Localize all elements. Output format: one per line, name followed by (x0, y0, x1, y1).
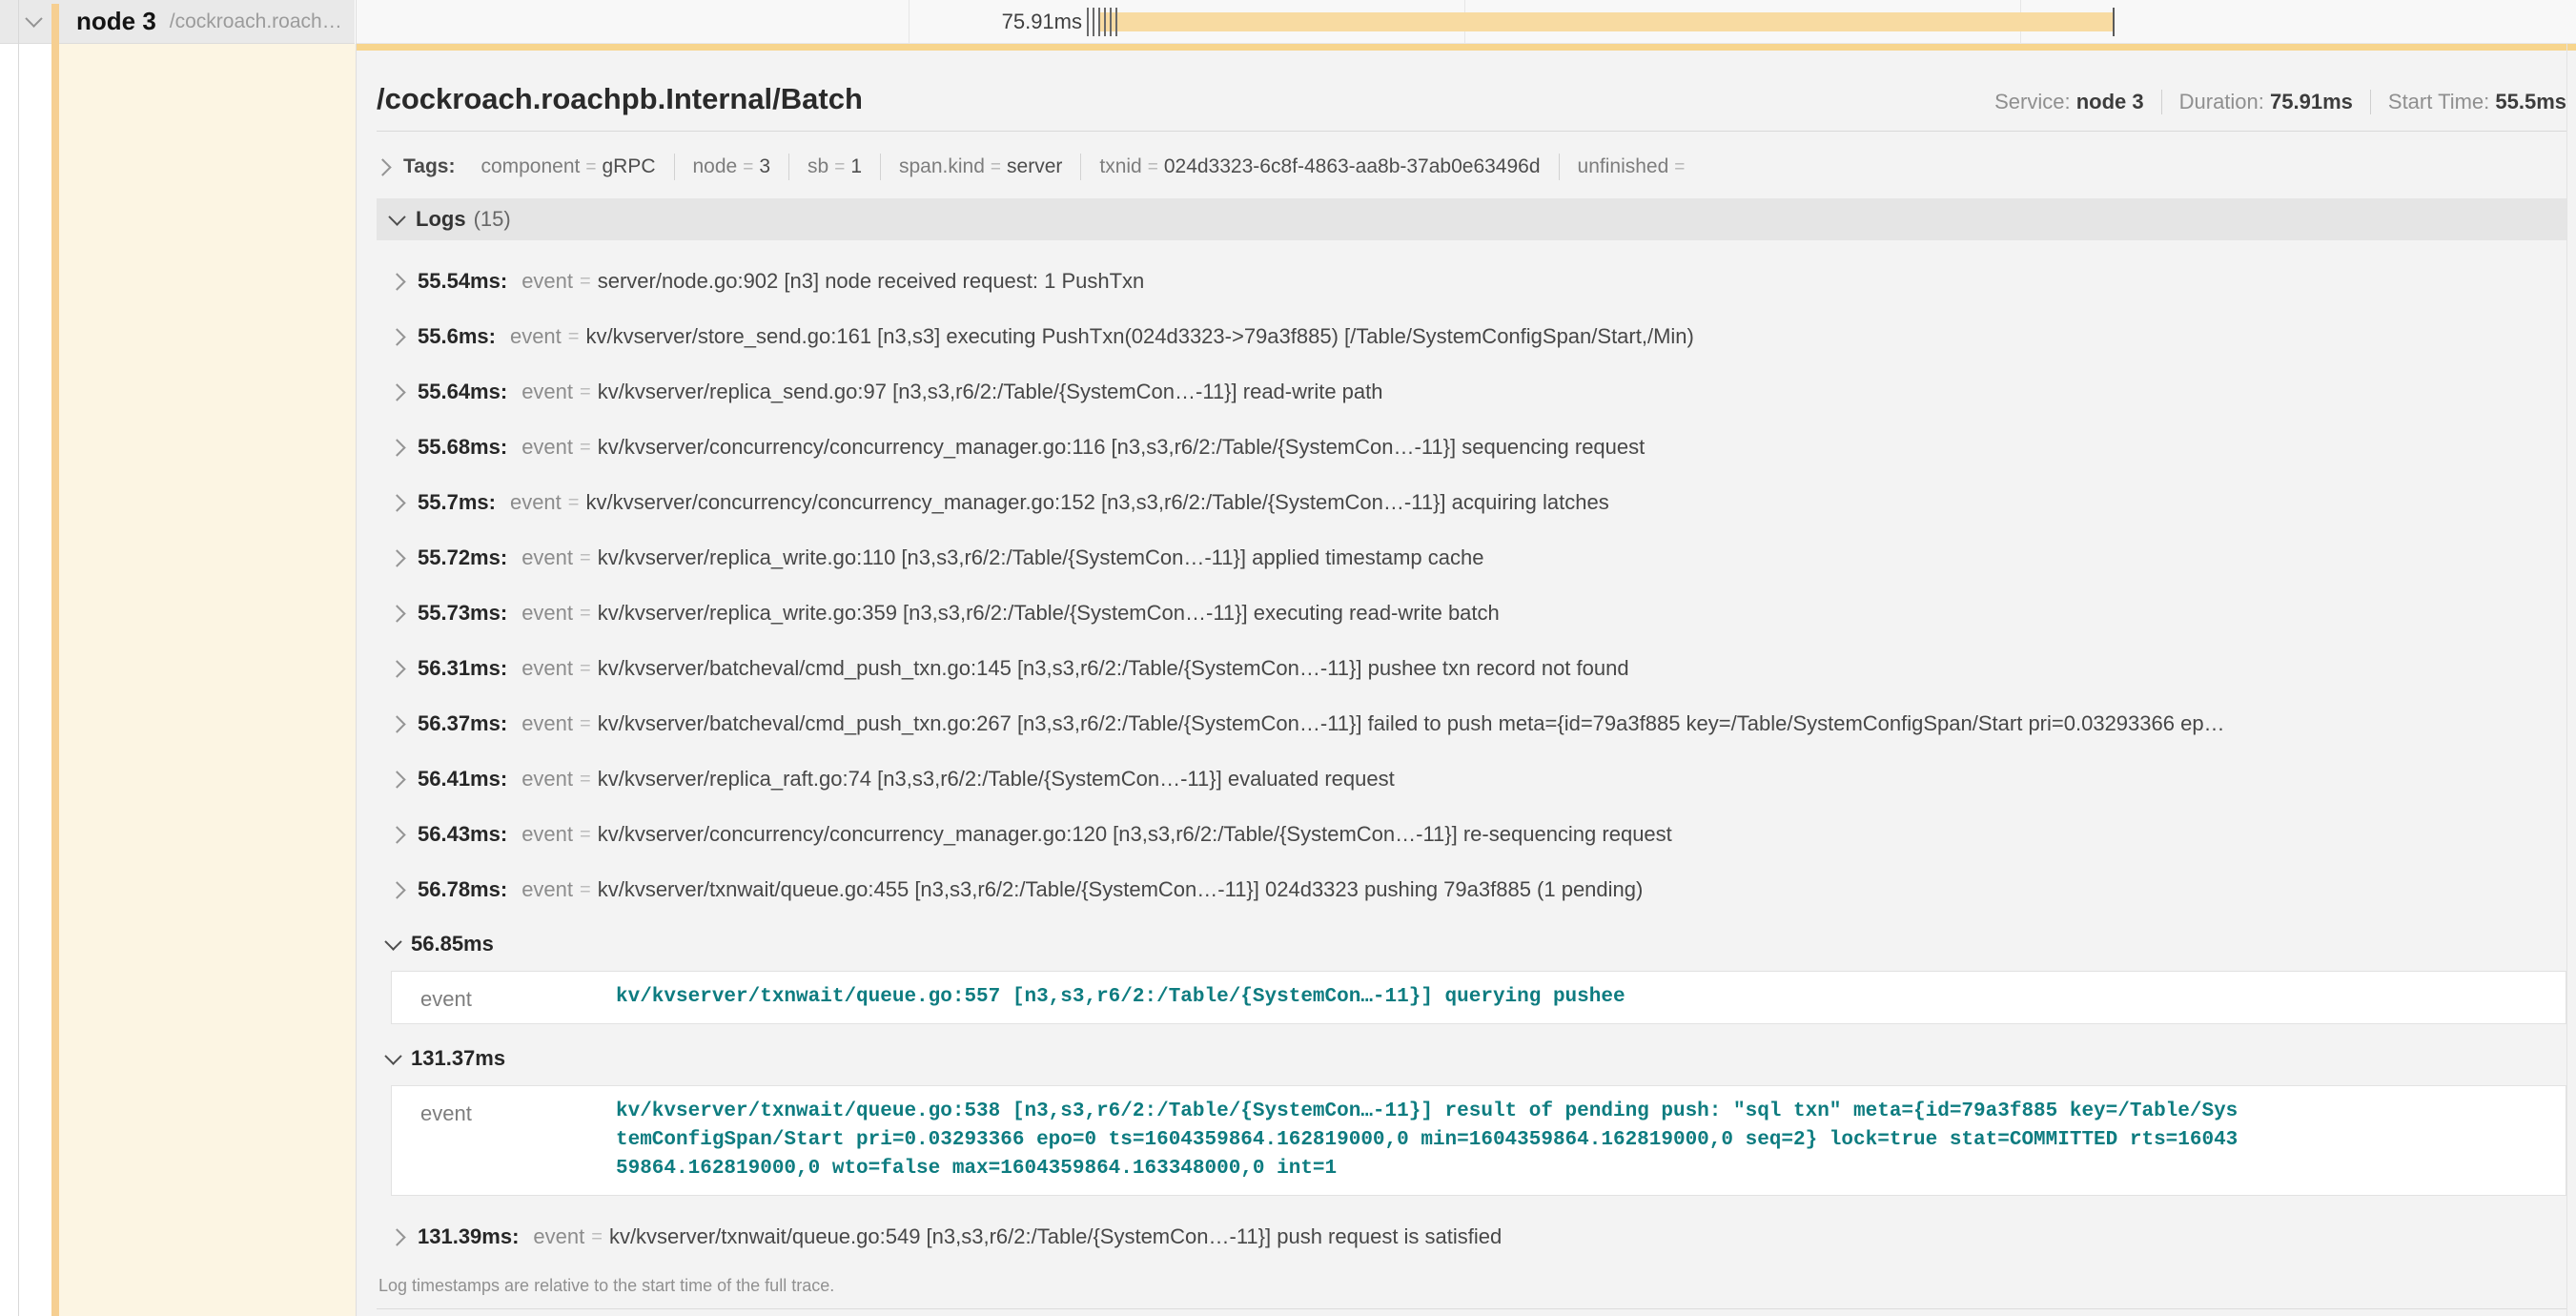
tag-node: node=3 (674, 154, 789, 180)
chevron-right-icon (374, 158, 391, 175)
log-row[interactable]: 55.73ms:event=kv/kvserver/replica_write.… (377, 586, 2566, 641)
chevron-right-icon (388, 660, 405, 677)
logs-footer-note: Log timestamps are relative to the start… (378, 1276, 2566, 1296)
logs-title: Logs (416, 207, 466, 232)
span-row[interactable]: node 3 /cockroach.roach… 75.91ms (0, 0, 2576, 44)
log-row[interactable]: 56.31ms:event=kv/kvserver/batcheval/cmd_… (377, 641, 2566, 696)
meta-start-time: Start Time: 55.5ms (2370, 90, 2566, 114)
chevron-right-icon (388, 771, 405, 788)
chevron-right-icon (388, 383, 405, 401)
chevron-right-icon (388, 273, 405, 290)
log-row[interactable]: 55.72ms:event=kv/kvserver/replica_write.… (377, 530, 2566, 586)
chevron-right-icon (388, 881, 405, 898)
page-title: /cockroach.roachpb.Internal/Batch (377, 82, 863, 116)
log-tick-end (2113, 8, 2115, 36)
chevron-down-icon (388, 208, 405, 225)
chevron-right-icon (388, 439, 405, 456)
logs-accordion-header[interactable]: Logs (15) (377, 198, 2566, 240)
logs-bottom-divider (377, 1308, 2566, 1309)
chevron-right-icon (388, 494, 405, 511)
log-list: 55.54ms:event=server/node.go:902 [n3] no… (377, 240, 2566, 1265)
chevron-right-icon (388, 715, 405, 732)
log-row[interactable]: 56.43ms:event=kv/kvserver/concurrency/co… (377, 807, 2566, 862)
chevron-right-icon (388, 549, 405, 566)
span-color-accent-bar (51, 4, 59, 1316)
chevron-right-icon (388, 328, 405, 345)
span-detail-header: /cockroach.roachpb.Internal/Batch Servic… (377, 82, 2566, 116)
log-field-value[interactable]: kv/kvserver/txnwait/queue.go:538 [n3,s3,… (616, 1098, 2242, 1183)
log-row[interactable]: 55.6ms:event=kv/kvserver/store_send.go:1… (377, 309, 2566, 364)
name-column-divider[interactable] (356, 0, 357, 1316)
log-row[interactable]: 55.64ms:event=kv/kvserver/replica_send.g… (377, 364, 2566, 420)
meta-duration: Duration: 75.91ms (2161, 90, 2353, 114)
span-service-name: node 3 (76, 7, 156, 36)
tag-span-kind: span.kind=server (880, 154, 1080, 180)
selected-span-column-highlight (59, 44, 356, 1316)
chevron-right-icon (388, 826, 405, 843)
log-row[interactable]: 56.37ms:event=kv/kvserver/batcheval/cmd_… (377, 696, 2566, 751)
span-operation-name: /cockroach.roach… (170, 10, 342, 33)
log-row[interactable]: 131.39ms:event=kv/kvserver/txnwait/queue… (377, 1209, 2566, 1265)
span-meta: Service: node 3 Duration: 75.91ms Start Ti… (1994, 90, 2566, 114)
log-row[interactable]: 55.54ms:event=server/node.go:902 [n3] no… (377, 254, 2566, 309)
tag-unfinished: unfinished= (1559, 154, 1709, 180)
chevron-down-icon (384, 1047, 401, 1064)
log-fields-table: event kv/kvserver/txnwait/queue.go:557 [… (391, 971, 2566, 1024)
log-row[interactable]: 56.78ms:event=kv/kvserver/txnwait/queue.… (377, 862, 2566, 917)
tag-component: component=gRPC (462, 154, 673, 180)
tags-accordion[interactable]: Tags: component=gRPCnode=3sb=1span.kind=… (377, 151, 2566, 183)
chevron-down-icon (384, 933, 401, 950)
span-detail-panel: /cockroach.roachpb.Internal/Batch Servic… (357, 44, 2576, 1316)
tag-txnid: txnid=024d3323-6c8f-4863-aa8b-37ab0e6349… (1080, 154, 1558, 180)
log-row-expanded-header[interactable]: 131.37ms (377, 1038, 2566, 1080)
panel-right-edge (2566, 44, 2567, 1316)
log-fields-table: event kv/kvserver/txnwait/queue.go:538 [… (391, 1085, 2566, 1196)
chevron-right-icon (388, 1228, 405, 1245)
header-divider (377, 131, 2566, 132)
log-row[interactable]: 55.68ms:event=kv/kvserver/concurrency/co… (377, 420, 2566, 475)
meta-service: Service: node 3 (1994, 90, 2144, 114)
chevron-right-icon (388, 605, 405, 622)
tag-sb: sb=1 (788, 154, 880, 180)
log-field-key[interactable]: event (392, 983, 616, 1012)
chevron-down-icon[interactable] (25, 10, 42, 27)
tags-label: Tags: (403, 155, 455, 178)
log-field-value[interactable]: kv/kvserver/txnwait/queue.go:557 [n3,s3,… (616, 983, 2242, 1012)
logs-count: (15) (474, 207, 511, 232)
logs-section: Logs (15) 55.54ms:event=server/node.go:9… (377, 198, 2566, 1309)
span-duration-bar[interactable] (1098, 12, 2114, 31)
log-row[interactable]: 56.41ms:event=kv/kvserver/replica_raft.g… (377, 751, 2566, 807)
log-tick-marks (1087, 8, 1118, 36)
tree-gutter-divider (18, 0, 19, 1316)
log-row[interactable]: 55.7ms:event=kv/kvserver/concurrency/con… (377, 475, 2566, 530)
span-duration-label: 75.91ms (356, 0, 1082, 44)
span-timeline-cell[interactable]: 75.91ms (356, 0, 2576, 44)
log-field-key[interactable]: event (392, 1098, 616, 1183)
log-row-expanded-header[interactable]: 56.85ms (377, 923, 2566, 965)
